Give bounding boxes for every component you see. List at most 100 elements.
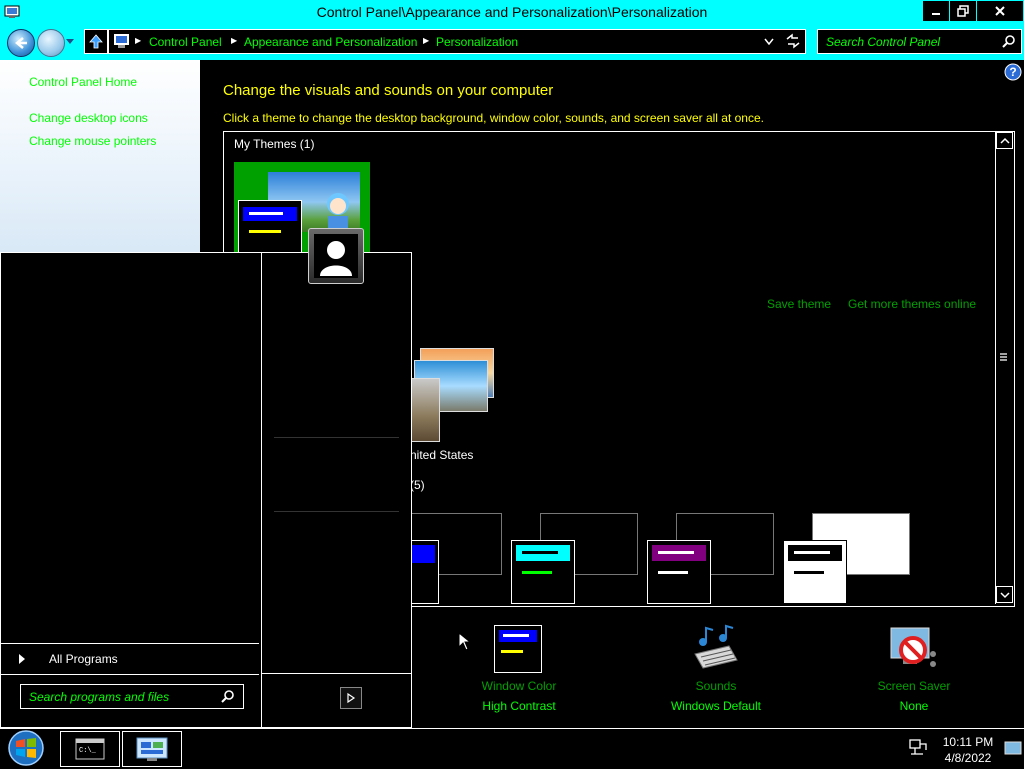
all-programs-label: All Programs bbox=[49, 652, 118, 666]
start-menu-separator bbox=[274, 511, 399, 512]
left-task-pane: Control Panel Home Change desktop icons … bbox=[0, 60, 200, 256]
start-menu-search-divider bbox=[1, 674, 259, 675]
taskbar-control-panel[interactable] bbox=[122, 731, 182, 767]
refresh-icon[interactable] bbox=[784, 33, 802, 49]
start-search-input[interactable]: Search programs and files bbox=[29, 690, 169, 704]
title-bar[interactable]: Control Panel\Appearance and Personaliza… bbox=[0, 0, 1024, 24]
taskbar-clock[interactable]: 10:11 PM 4/8/2022 bbox=[940, 734, 996, 766]
start-menu-divider bbox=[262, 673, 411, 674]
themes-scrollbar[interactable] bbox=[995, 132, 1013, 604]
address-dropdown-icon[interactable] bbox=[764, 38, 774, 45]
search-icon[interactable] bbox=[1002, 34, 1016, 48]
screen-saver-setting[interactable]: Screen Saver None bbox=[829, 620, 999, 716]
restore-icon bbox=[957, 5, 969, 17]
united-states-theme-label: nited States bbox=[410, 448, 474, 462]
preview-text-line bbox=[249, 230, 281, 233]
high-contrast-group-count: (5) bbox=[410, 478, 425, 492]
user-picture[interactable] bbox=[308, 228, 364, 284]
preview-titlebar bbox=[243, 207, 297, 221]
breadcrumb-personalization[interactable]: Personalization bbox=[436, 35, 518, 49]
theme-window-preview bbox=[238, 200, 302, 258]
arrow-up-icon bbox=[89, 34, 103, 49]
breadcrumb-control-panel[interactable]: Control Panel bbox=[149, 35, 222, 49]
all-programs-button[interactable]: All Programs bbox=[1, 643, 259, 674]
hc-theme-4-title-line bbox=[794, 551, 830, 554]
sounds-setting[interactable]: Sounds Windows Default bbox=[631, 620, 801, 716]
window-color-icon-title-line bbox=[503, 634, 529, 637]
hc-theme-1-titlebar bbox=[411, 545, 435, 563]
start-button[interactable] bbox=[4, 730, 48, 766]
help-icon[interactable]: ? bbox=[1004, 63, 1022, 81]
shutdown-options-button[interactable] bbox=[340, 687, 362, 709]
hc-theme-1-window bbox=[410, 540, 439, 604]
screen-saver-icon bbox=[890, 627, 936, 667]
change-mouse-pointers-link[interactable]: Change mouse pointers bbox=[29, 134, 156, 148]
user-avatar-icon bbox=[314, 234, 358, 278]
start-menu-separator bbox=[274, 437, 399, 438]
arrow-left-icon bbox=[15, 37, 27, 49]
address-bar[interactable]: ▶ Control Panel ▶ Appearance and Persona… bbox=[108, 29, 806, 54]
united-states-theme-thumbnail[interactable] bbox=[410, 346, 496, 442]
network-icon[interactable] bbox=[908, 738, 928, 758]
search-icon[interactable] bbox=[221, 689, 235, 703]
up-button[interactable] bbox=[84, 29, 108, 54]
window-color-value: High Contrast bbox=[482, 699, 556, 713]
hc-theme-3-titlebar bbox=[652, 545, 706, 561]
screen-saver-label: Screen Saver bbox=[877, 679, 951, 693]
show-desktop-icon bbox=[1004, 741, 1022, 755]
svg-text:?: ? bbox=[1009, 65, 1016, 79]
minimize-button[interactable] bbox=[922, 0, 950, 22]
sounds-icon bbox=[694, 624, 738, 669]
control-panel-home-link[interactable]: Control Panel Home bbox=[29, 75, 137, 89]
command-prompt-icon: C:\_ bbox=[75, 738, 105, 760]
scroll-thumb-grip-icon[interactable] bbox=[1000, 350, 1007, 361]
window-color-icon-titlebar bbox=[499, 630, 537, 642]
clock-date: 4/8/2022 bbox=[944, 751, 992, 765]
control-panel-icon bbox=[136, 737, 168, 761]
page-subheading: Click a theme to change the desktop back… bbox=[223, 111, 764, 125]
svg-text:C:\_: C:\_ bbox=[79, 747, 97, 755]
show-desktop-button[interactable] bbox=[1004, 734, 1022, 764]
start-menu-right-pane bbox=[261, 252, 412, 728]
get-more-themes-link[interactable]: Get more themes online bbox=[848, 297, 976, 311]
chevron-up-icon bbox=[999, 137, 1010, 144]
theme-photo-stack-1 bbox=[410, 378, 440, 442]
window-color-icon bbox=[494, 625, 542, 673]
hc-theme-3-title-line bbox=[658, 551, 694, 554]
preview-title-line bbox=[249, 212, 283, 215]
change-desktop-icons-link[interactable]: Change desktop icons bbox=[29, 111, 148, 125]
breadcrumb-separator-icon: ▶ bbox=[231, 36, 238, 45]
search-control-panel-box[interactable]: Search Control Panel bbox=[817, 29, 1022, 54]
hc-theme-4-window bbox=[783, 540, 847, 604]
chevron-down-icon bbox=[999, 591, 1010, 598]
arrow-right-icon bbox=[19, 654, 25, 664]
hc-theme-2-text-line bbox=[522, 571, 552, 574]
anime-character-image bbox=[327, 193, 349, 232]
windows-orb-icon bbox=[8, 730, 44, 766]
scroll-down-button[interactable] bbox=[996, 586, 1013, 603]
sounds-label: Sounds bbox=[695, 679, 737, 693]
restore-button[interactable] bbox=[949, 0, 977, 22]
close-icon bbox=[995, 6, 1005, 16]
scroll-up-button[interactable] bbox=[996, 132, 1013, 149]
clock-time: 10:11 PM bbox=[942, 735, 994, 749]
page-heading: Change the visuals and sounds on your co… bbox=[223, 82, 554, 99]
hc-theme-3-text-line bbox=[658, 571, 688, 574]
save-theme-link[interactable]: Save theme bbox=[767, 297, 831, 311]
mouse-cursor-icon bbox=[458, 632, 472, 651]
window-color-icon-text-line bbox=[501, 650, 523, 653]
control-panel-icon bbox=[114, 34, 129, 48]
hc-theme-3-window bbox=[647, 540, 711, 604]
search-input[interactable]: Search Control Panel bbox=[826, 35, 940, 49]
my-themes-header: My Themes (1) bbox=[234, 137, 315, 151]
breadcrumb-appearance-personalization[interactable]: Appearance and Personalization bbox=[244, 35, 417, 49]
recent-pages-chevron-icon[interactable] bbox=[65, 38, 75, 46]
hc-theme-2-window bbox=[511, 540, 575, 604]
forward-button[interactable] bbox=[37, 29, 65, 57]
hc-theme-2-title-line bbox=[522, 551, 558, 554]
close-button[interactable] bbox=[976, 0, 1024, 22]
start-search-box[interactable]: Search programs and files bbox=[20, 684, 244, 709]
back-button[interactable] bbox=[7, 29, 35, 57]
taskbar-command-prompt[interactable]: C:\_ bbox=[60, 731, 120, 767]
hc-theme-4-titlebar bbox=[788, 545, 842, 561]
